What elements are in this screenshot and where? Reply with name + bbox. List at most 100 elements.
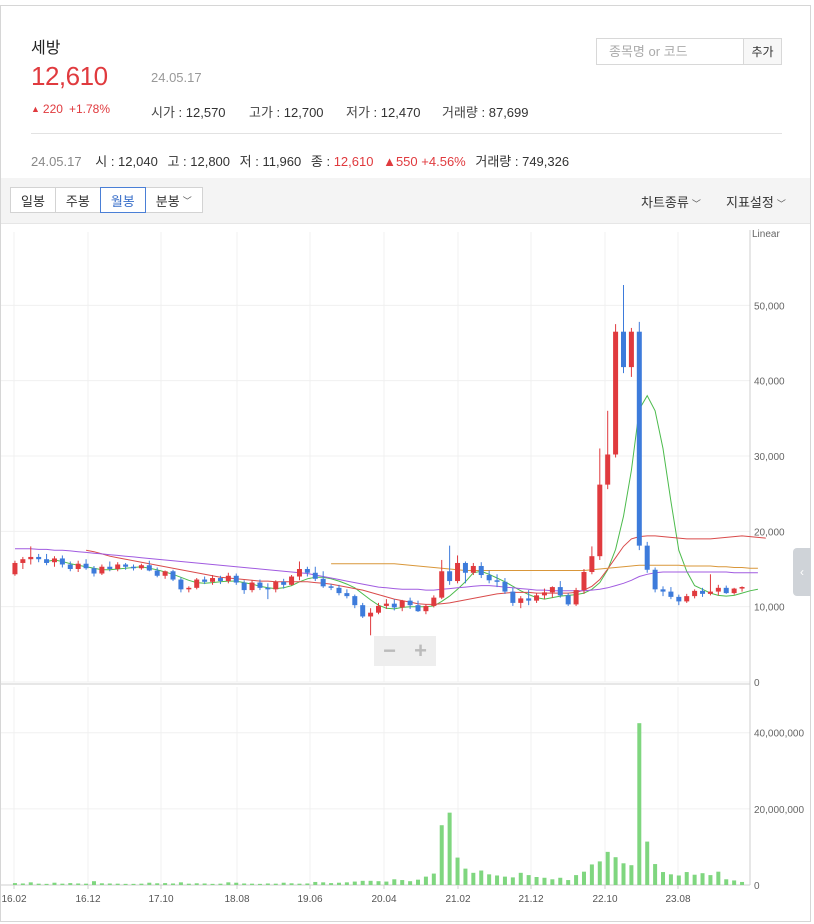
candle [360, 605, 366, 617]
search-input[interactable] [597, 39, 743, 64]
candle [115, 564, 121, 569]
volume-bar [684, 872, 689, 885]
volume-bar [321, 882, 326, 885]
volume-bar [605, 851, 610, 885]
volume-bar [257, 883, 262, 885]
candle [557, 587, 563, 596]
volume-bar [487, 874, 492, 885]
candle [217, 578, 223, 582]
candlestick-chart[interactable]: 0 10,000 20,000 30,000 40,000 50,000 0 20,000,0… [1, 225, 810, 921]
up-arrow-icon: ▲ [383, 154, 396, 169]
candle [510, 591, 516, 603]
candle [391, 603, 397, 608]
high-price: 고가 : 12,700 [249, 105, 324, 120]
candle [352, 596, 358, 606]
indicator-settings-dropdown[interactable]: 지표설정 ﹀ [726, 192, 786, 211]
volume-bar [637, 723, 642, 885]
price-tick-label: 20,000 [754, 527, 785, 538]
candle [494, 580, 500, 582]
candle [83, 563, 89, 569]
moving-average-line [331, 563, 758, 571]
volume-tick-label: 20,000,000 [754, 805, 804, 816]
candle [526, 598, 532, 601]
zoom-out-button[interactable]: − [374, 636, 405, 666]
candle [51, 558, 57, 563]
chart-type-dropdown[interactable]: 차트종류 ﹀ [641, 192, 701, 211]
candle [423, 605, 429, 612]
candle [518, 598, 524, 603]
volume-bar [740, 881, 745, 885]
candle [123, 564, 129, 567]
moving-average-line [86, 535, 766, 605]
candle [636, 331, 642, 546]
volume-bar [574, 875, 579, 885]
candle [304, 569, 310, 573]
chevron-down-icon: ﹀ [776, 199, 786, 209]
candle [692, 590, 698, 597]
side-panel-toggle[interactable]: ‹ [793, 548, 811, 596]
volume-bar [210, 883, 215, 885]
change-percent: +1.78% [68, 102, 110, 116]
daily-summary: 24.05.17 시 : 12,040 고 : 12,800 저 : 11,96… [31, 154, 570, 169]
volume-bar [226, 882, 231, 885]
zoom-in-button[interactable]: + [405, 636, 436, 666]
candle [399, 600, 405, 608]
x-tick-label: 23.08 [665, 894, 690, 905]
tab-minute[interactable]: 분봉 ﹀ [144, 187, 203, 213]
candle [478, 565, 484, 576]
tab-weekly[interactable]: 주봉 [54, 187, 101, 213]
volume-bar [621, 863, 626, 885]
tab-daily[interactable]: 일봉 [10, 187, 56, 213]
candle [225, 575, 231, 582]
volume-bar [28, 882, 33, 885]
candle [178, 579, 184, 590]
volume-bar [107, 883, 112, 885]
candle [328, 586, 334, 588]
volume-bar [431, 873, 436, 885]
candle [154, 570, 160, 576]
candle [162, 571, 168, 576]
x-tick-label: 21.02 [445, 894, 470, 905]
price-tick-label: 50,000 [754, 301, 785, 312]
price-tick-label: 0 [754, 678, 760, 689]
candle [138, 565, 144, 569]
volume-bar [163, 883, 168, 885]
tab-monthly[interactable]: 월봉 [99, 187, 146, 213]
volume-bar [76, 883, 81, 885]
stock-search: 추가 [596, 38, 782, 65]
x-tick-label: 21.12 [518, 894, 543, 905]
volume-bar [84, 883, 89, 885]
volume-bar [376, 881, 381, 885]
candle [289, 576, 295, 585]
volume-bar [550, 879, 555, 885]
volume-bar [732, 880, 737, 885]
add-button[interactable]: 추가 [743, 39, 781, 64]
volume-bar [502, 876, 507, 885]
candle [296, 569, 302, 577]
price-tick-label: 10,000 [754, 603, 785, 614]
candle [344, 593, 350, 597]
candle [273, 581, 279, 590]
volume-bar [218, 883, 223, 885]
candle [336, 587, 342, 594]
current-price: 12,610 [31, 61, 108, 91]
volume-bar [392, 879, 397, 885]
volume-bar [178, 882, 183, 885]
candle [549, 587, 555, 593]
candle [589, 556, 595, 573]
candle [146, 565, 152, 571]
chevron-left-icon: ‹ [800, 565, 804, 579]
volume-bar [131, 883, 136, 885]
volume-bar [194, 883, 199, 885]
volume-bar [202, 883, 207, 885]
candle [573, 590, 579, 605]
chart-area[interactable]: 0 10,000 20,000 30,000 40,000 50,000 0 20,000,0… [1, 225, 810, 921]
x-tick-label: 18.08 [224, 894, 249, 905]
volume-bar [12, 883, 17, 885]
divider [31, 133, 782, 134]
volume-bar [400, 880, 405, 885]
volume-bar [139, 883, 144, 885]
candle [407, 600, 413, 606]
volume-bar [68, 883, 73, 885]
candle [581, 572, 587, 591]
